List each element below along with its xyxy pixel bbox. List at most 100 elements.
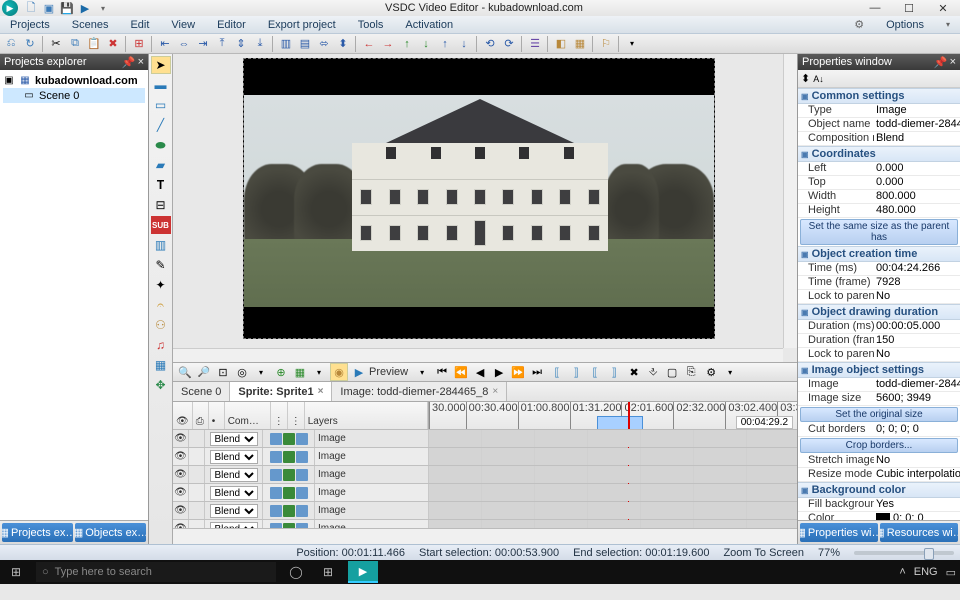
rect-tool-icon[interactable]: ▬ bbox=[151, 76, 171, 94]
delete-icon[interactable]: ✖ bbox=[104, 35, 122, 53]
video-tool-icon[interactable]: ▦ bbox=[151, 356, 171, 374]
paste-icon[interactable]: 📋 bbox=[85, 35, 103, 53]
layer-flags[interactable] bbox=[263, 484, 315, 501]
frame-back-icon[interactable]: ◀ bbox=[471, 363, 489, 381]
frame-fwd-icon[interactable]: ▶ bbox=[490, 363, 508, 381]
person-tool-icon[interactable]: ⚇ bbox=[151, 316, 171, 334]
layer-name[interactable]: Image bbox=[315, 430, 429, 447]
blend-select[interactable]: Blend bbox=[205, 430, 263, 447]
lock-icon[interactable] bbox=[189, 520, 205, 528]
layer-flags[interactable] bbox=[263, 466, 315, 483]
qa-open-icon[interactable]: ▣ bbox=[42, 1, 56, 15]
tab-projects-explorer[interactable]: ▦Projects ex… bbox=[2, 523, 73, 542]
align-center-h-icon[interactable]: ⇔ bbox=[175, 35, 193, 53]
arrow-right-icon[interactable]: → bbox=[379, 35, 397, 53]
qa-save-icon[interactable]: 💾 bbox=[60, 1, 74, 15]
zoom-reset-icon[interactable]: ◎ bbox=[233, 363, 251, 381]
prop-group[interactable]: Background color bbox=[798, 482, 960, 498]
mark-in-icon[interactable]: ⟦ bbox=[548, 363, 566, 381]
layer-name[interactable]: Image bbox=[315, 448, 429, 465]
panel-close-icon[interactable]: × bbox=[138, 56, 144, 69]
minimize-button[interactable]: — bbox=[858, 0, 892, 16]
pin-icon[interactable]: 📌 bbox=[122, 56, 136, 69]
col-a[interactable]: ⋮ bbox=[271, 402, 288, 429]
chart-tool-icon[interactable]: ▥ bbox=[151, 236, 171, 254]
track-row[interactable]: 👁BlendImage bbox=[173, 520, 797, 528]
preview-drop-icon[interactable]: ▾ bbox=[413, 363, 431, 381]
brush-tool-icon[interactable]: ✎ bbox=[151, 256, 171, 274]
tree-scene[interactable]: ▭ Scene 0 bbox=[3, 88, 145, 103]
line-tool-icon[interactable]: ╱ bbox=[151, 116, 171, 134]
align-right-icon[interactable]: ⇥ bbox=[194, 35, 212, 53]
cortana-icon[interactable]: ◯ bbox=[284, 562, 308, 582]
track-lane[interactable] bbox=[429, 520, 797, 528]
prop-row[interactable]: Left0.000 bbox=[798, 162, 960, 176]
dist-v-icon[interactable]: ▤ bbox=[296, 35, 314, 53]
sort-icon[interactable]: ⬍ bbox=[801, 72, 810, 85]
prop-row[interactable]: TypeImage bbox=[798, 104, 960, 118]
align-center-v-icon[interactable]: ⇕ bbox=[232, 35, 250, 53]
counter-tool-icon[interactable]: 𝄐 bbox=[151, 296, 171, 314]
arrow-left-icon[interactable]: ← bbox=[360, 35, 378, 53]
track-row[interactable]: 👁BlendImage bbox=[173, 448, 797, 466]
arrow-down-icon[interactable]: ↓ bbox=[455, 35, 473, 53]
notif-icon[interactable]: ▭ bbox=[946, 566, 956, 579]
prop-row[interactable]: Composition modeBlend bbox=[798, 132, 960, 146]
track-lane[interactable] bbox=[429, 466, 797, 483]
lock-icon[interactable] bbox=[189, 466, 205, 483]
prop-row[interactable]: Cut borders0; 0; 0; 0 bbox=[798, 423, 960, 437]
del-sel-icon[interactable]: ✖ bbox=[625, 363, 643, 381]
eye-icon[interactable]: 👁 bbox=[173, 430, 189, 447]
layer-flags[interactable] bbox=[263, 448, 315, 465]
menu-projects[interactable]: Projects bbox=[10, 19, 50, 31]
prop-row[interactable]: Stretch imageNo bbox=[798, 454, 960, 468]
export-sel-icon[interactable]: ⎘ bbox=[682, 363, 700, 381]
align-bottom-icon[interactable]: ⤓ bbox=[251, 35, 269, 53]
blend-select[interactable]: Blend bbox=[205, 484, 263, 501]
col-layers[interactable]: Layers bbox=[305, 402, 428, 429]
prop-group[interactable]: Image object settings bbox=[798, 362, 960, 378]
menu-export[interactable]: Export project bbox=[268, 19, 336, 31]
text-tool-icon[interactable]: 𝐓 bbox=[151, 176, 171, 194]
eye-icon[interactable]: 👁 bbox=[173, 502, 189, 519]
duplicate-icon[interactable]: ⊞ bbox=[130, 35, 148, 53]
crop-sel-icon[interactable]: ▢ bbox=[663, 363, 681, 381]
prop-row[interactable]: Duration (ms)00:00:05.000 bbox=[798, 320, 960, 334]
prop-button[interactable]: Set the original size bbox=[800, 407, 958, 422]
expand-icon[interactable]: ▣ bbox=[3, 75, 15, 87]
ruler-selection[interactable] bbox=[597, 416, 643, 430]
playhead[interactable] bbox=[628, 402, 630, 429]
layer-flags[interactable] bbox=[263, 430, 315, 447]
prop-row[interactable]: Height480.000 bbox=[798, 204, 960, 218]
align-top-icon[interactable]: ⤒ bbox=[213, 35, 231, 53]
viewport-v-scroll[interactable] bbox=[783, 54, 797, 348]
tl-settings-icon[interactable]: ⚙ bbox=[702, 363, 720, 381]
qa-play-icon[interactable]: ▶ bbox=[78, 1, 92, 15]
audio-tool-icon[interactable]: ♫ bbox=[151, 336, 171, 354]
pin-icon[interactable]: 📌 bbox=[934, 56, 948, 69]
taskview-icon[interactable]: ⊞ bbox=[316, 562, 340, 582]
prop-row[interactable]: Width800.000 bbox=[798, 190, 960, 204]
prop-row[interactable]: Top0.000 bbox=[798, 176, 960, 190]
gradient-icon[interactable]: ◧ bbox=[552, 35, 570, 53]
tab-objects-explorer[interactable]: ▦Objects ex… bbox=[75, 523, 146, 542]
step-fwd-icon[interactable]: ⏩ bbox=[509, 363, 527, 381]
tab-image[interactable]: Image: todd-diemer-284465_8× bbox=[332, 382, 507, 401]
zoom-in-icon[interactable]: 🔍 bbox=[176, 363, 194, 381]
layer-flags[interactable] bbox=[263, 502, 315, 519]
prop-row[interactable]: Time (frame)7928 bbox=[798, 276, 960, 290]
arrow-up-green-icon[interactable]: ↑ bbox=[398, 35, 416, 53]
fit-h-icon[interactable]: ⬍ bbox=[334, 35, 352, 53]
cut-icon[interactable]: ✂ bbox=[47, 35, 65, 53]
gear-icon[interactable]: ⚙ bbox=[854, 18, 864, 31]
layer-flags[interactable] bbox=[263, 520, 315, 528]
prop-button[interactable]: Crop borders... bbox=[800, 438, 958, 453]
step-back-icon[interactable]: ⏪ bbox=[452, 363, 470, 381]
add-layer-icon[interactable]: ▦ bbox=[291, 363, 309, 381]
track-lane[interactable] bbox=[429, 430, 797, 447]
layer-name[interactable]: Image bbox=[315, 466, 429, 483]
goto-start-icon[interactable]: ⏮ bbox=[433, 363, 451, 381]
col-b[interactable]: ⋮ bbox=[288, 402, 305, 429]
col-eye[interactable]: 👁 bbox=[173, 402, 193, 429]
prop-row[interactable]: Color0; 0; 0 bbox=[798, 512, 960, 520]
